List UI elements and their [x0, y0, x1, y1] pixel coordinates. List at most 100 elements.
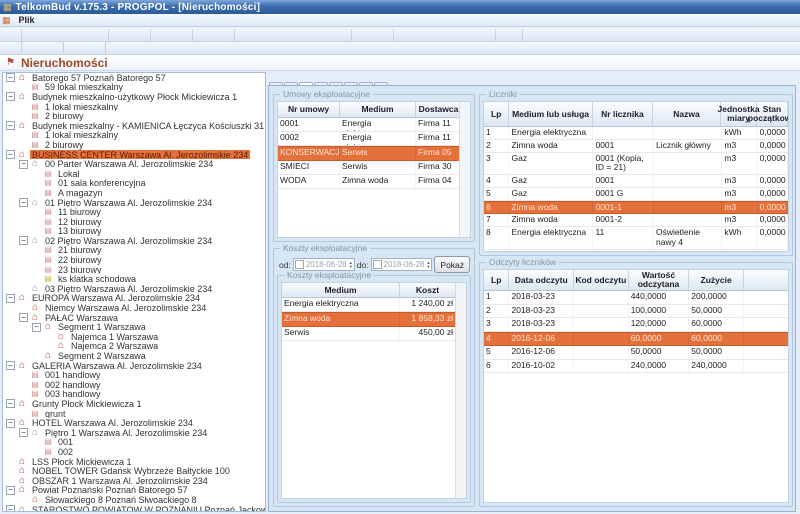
building-icon[interactable]: [44, 29, 59, 41]
tree-item[interactable]: grunt: [3, 409, 265, 419]
tree-item[interactable]: 13 biurowy: [3, 227, 265, 237]
tree-item[interactable]: 21 biurowy: [3, 246, 265, 256]
column-header[interactable]: Nr umowy: [278, 102, 340, 117]
table-row[interactable]: 9 Energia elektryczna 12 kWh 0,0000: [484, 250, 788, 252]
tree-item[interactable]: 01 Piętro Warszawa Al. Jerozolimskie 234: [3, 198, 265, 208]
tree-item[interactable]: Budynek mieszkalno-użytkowy Płock Mickie…: [3, 92, 265, 102]
tree-expander-icon[interactable]: [32, 323, 41, 332]
tree-item[interactable]: 1 lokal mieszkalny: [3, 102, 265, 112]
gallery-icon[interactable]: [89, 29, 104, 41]
date-to-spinner[interactable]: ▲▼: [426, 261, 430, 269]
tree-item[interactable]: NOBEL TOWER Gdańsk Wybrzeże Bałtyckie 10…: [3, 466, 265, 476]
tree-expander-icon[interactable]: [6, 150, 15, 159]
tree-item[interactable]: 59 lokal mieszkalny: [3, 83, 265, 93]
doc-lock-icon[interactable]: [461, 29, 476, 41]
tree-item[interactable]: GALERIA Warszawa Al. Jerozolimskie 234: [3, 361, 265, 371]
catalog-icon[interactable]: [86, 42, 101, 54]
chat-icon[interactable]: [522, 29, 545, 41]
table-icon[interactable]: [105, 42, 128, 54]
tree-expander-icon[interactable]: [6, 399, 15, 408]
tree-expander-icon[interactable]: [6, 92, 15, 101]
settings-icon[interactable]: [545, 29, 560, 41]
accessibility-icon[interactable]: [215, 29, 230, 41]
column-header[interactable]: Medium: [340, 102, 416, 117]
tree-expander-icon[interactable]: [6, 121, 15, 130]
tree-item[interactable]: 23 biurowy: [3, 265, 265, 275]
column-header[interactable]: Nazwa: [653, 102, 721, 126]
tree-item[interactable]: Segment 1 Warszawa: [3, 322, 265, 332]
tree-expander-icon[interactable]: [6, 361, 15, 370]
doc-red-icon[interactable]: [476, 29, 491, 41]
table-row[interactable]: KONSERWACJA Serwis Firma 05: [278, 146, 470, 161]
date-to-checkbox[interactable]: [373, 260, 382, 269]
document-refresh-icon[interactable]: [257, 29, 272, 41]
date-to-input[interactable]: 2018-06-28 ▲▼: [371, 258, 433, 271]
tree-item[interactable]: Niemcy Warszawa Al. Jerozolimskie 234: [3, 303, 265, 313]
column-header[interactable]: Lp: [484, 102, 509, 126]
tree-item[interactable]: 12 biurowy: [3, 217, 265, 227]
table-row[interactable]: 2 2018-03-23 100,0000 50,0000: [484, 305, 788, 319]
table-row[interactable]: 2 Zimna woda 0001 Licznik główny m3 0,00…: [484, 140, 788, 153]
tree-item[interactable]: 11 biurowy: [3, 207, 265, 217]
table-row[interactable]: WODA Zimna woda Firma 04: [278, 175, 470, 189]
tree-expander-icon[interactable]: [6, 294, 15, 303]
users-icon[interactable]: [21, 29, 44, 41]
column-header[interactable]: Lp: [484, 270, 509, 290]
table-row[interactable]: 5 2016-12-06 50,0000 50,0000: [484, 346, 788, 360]
tree-item[interactable]: Najemca 1 Warszawa: [3, 332, 265, 342]
table-row[interactable]: 1 Energia elektryczna kWh 0,0000: [484, 127, 788, 140]
table-row[interactable]: 6 2016-10-02 240,0000 240,0000: [484, 360, 788, 374]
clock-icon[interactable]: [332, 29, 347, 41]
tree-item[interactable]: Grunty Płock Mickiewicza 1: [3, 399, 265, 409]
umowy-scrollbar[interactable]: [459, 102, 470, 237]
tree-item[interactable]: Batorego 57 Poznań Batorego 57: [3, 73, 265, 83]
table-row[interactable]: 4 2016-12-06 60,0000 60,0000: [484, 332, 788, 347]
keyboard-icon[interactable]: [63, 42, 86, 54]
tree-item[interactable]: 03 Piętro Warszawa Al. Jerozolimskie 234: [3, 284, 265, 294]
koszty-scrollbar[interactable]: [455, 283, 466, 498]
tree-item[interactable]: Najemca 2 Warszawa: [3, 342, 265, 352]
save-icon[interactable]: [108, 29, 131, 41]
pokaz-button[interactable]: Pokaż: [434, 256, 470, 273]
folder-red-icon[interactable]: [287, 29, 302, 41]
column-header[interactable]: Dostawca: [416, 102, 462, 117]
registry-icon[interactable]: [59, 29, 74, 41]
column-header[interactable]: Koszt: [400, 283, 456, 297]
tree-expander-icon[interactable]: [19, 160, 28, 169]
documents-stack-icon[interactable]: [272, 29, 287, 41]
table-row[interactable]: 3 2018-03-23 120,0000 60,0000: [484, 318, 788, 332]
tree-item[interactable]: Budynek mieszkalny - KAMIENICA Łęczyca K…: [3, 121, 265, 131]
tree-item[interactable]: 02 Piętro Warszawa Al. Jerozolimskie 234: [3, 236, 265, 246]
tree-item[interactable]: ks klatka schodowa: [3, 274, 265, 284]
table-row[interactable]: 7 Zimna woda 0001-2 m3 0,0000: [484, 214, 788, 227]
tree-item[interactable]: A magazyn: [3, 188, 265, 198]
notebook-icon[interactable]: [302, 29, 317, 41]
tree-item[interactable]: 002 handlowy: [3, 380, 265, 390]
globe-icon[interactable]: [495, 29, 518, 41]
table-row[interactable]: 1 2018-03-23 440,0000 200,0000: [484, 291, 788, 305]
window-list-icon[interactable]: [2, 42, 17, 54]
table-row[interactable]: 6 Zimna woda 0001-1 m3 0,0000: [484, 201, 788, 215]
key-icon[interactable]: [351, 29, 374, 41]
table-row[interactable]: 4 Gaz 0001 m3 0,0000: [484, 175, 788, 188]
column-header[interactable]: Zużycie: [689, 270, 744, 290]
column-header[interactable]: Medium lub usługa: [509, 102, 593, 126]
column-header[interactable]: Medium: [282, 283, 400, 297]
tree-item[interactable]: BUSINESS CENTER Warszawa Al. Jerozolimsk…: [3, 150, 265, 160]
bank-icon[interactable]: [374, 29, 389, 41]
tree-expander-icon[interactable]: [6, 486, 15, 495]
tree-expander-icon[interactable]: [6, 505, 15, 512]
card-icon[interactable]: [128, 42, 143, 54]
tree-item[interactable]: EUROPA Warszawa Al. Jerozolimskie 234: [3, 294, 265, 304]
tree-item[interactable]: LSS Płock Mickiewicza 1: [3, 457, 265, 467]
date-from-spinner[interactable]: ▲▼: [349, 261, 353, 269]
table-row[interactable]: Zimna woda 1 858,33 zł: [282, 312, 466, 327]
invoice-icon[interactable]: [393, 29, 416, 41]
money-icon[interactable]: [173, 29, 188, 41]
tree-expander-icon[interactable]: [6, 419, 15, 428]
window-list-icon[interactable]: [2, 29, 17, 41]
table-row[interactable]: SMIECI Serwis Firma 30: [278, 161, 470, 175]
tree-item[interactable]: 22 biurowy: [3, 255, 265, 265]
table-row[interactable]: Energia elektryczna 1 240,00 zł: [282, 298, 466, 312]
tree-item[interactable]: 01 sala konferencyjna: [3, 179, 265, 189]
